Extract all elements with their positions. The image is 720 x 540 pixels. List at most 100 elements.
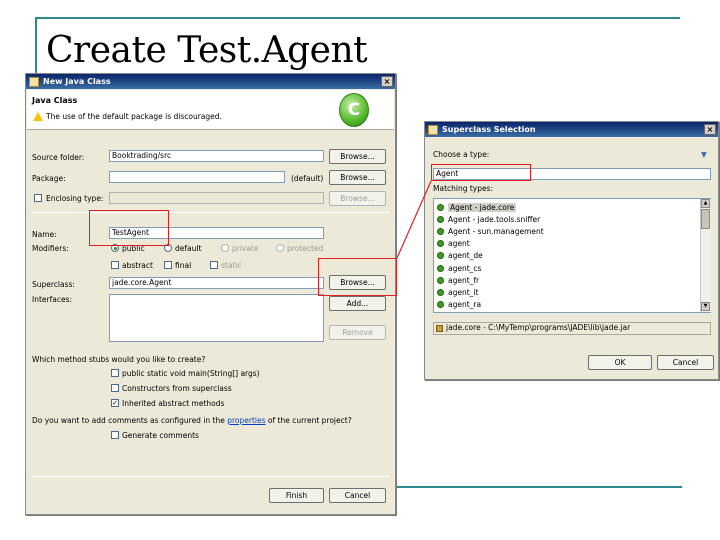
- class-icon: [437, 264, 444, 272]
- list-scrollbar[interactable]: ▲ ▼: [700, 199, 711, 312]
- type-list-item-label: Agent - jade.tools.sniffer: [448, 214, 541, 224]
- type-list-item[interactable]: agent_de: [437, 251, 483, 261]
- choose-type-label: Choose a type:: [433, 150, 490, 159]
- type-list-item[interactable]: Agent - sun.management: [437, 226, 544, 236]
- title-bar: Superclass Selection ×: [425, 122, 718, 137]
- close-button[interactable]: ×: [704, 124, 716, 135]
- default-label: default: [175, 244, 202, 253]
- comments-question: Do you want to add comments as configure…: [32, 416, 352, 425]
- cancel-button[interactable]: Cancel: [657, 355, 714, 370]
- type-list-item[interactable]: agent_cs: [437, 263, 481, 273]
- type-list-item[interactable]: Agent - jade.core: [437, 202, 517, 212]
- package-browse-button[interactable]: Browse...: [329, 170, 386, 185]
- window-icon: [428, 124, 438, 135]
- type-list-item-label: agent_fr: [448, 275, 480, 285]
- ok-button[interactable]: OK: [588, 355, 652, 370]
- class-icon: [437, 203, 444, 211]
- comments-question-text: Do you want to add comments as configure…: [32, 416, 225, 425]
- final-label: final: [175, 261, 192, 270]
- type-list-item-label: Agent - sun.management: [448, 226, 544, 236]
- scroll-down-arrow[interactable]: ▼: [701, 302, 710, 311]
- browse-highlight-box: [318, 258, 397, 296]
- constructors-label: Constructors from superclass: [122, 384, 232, 393]
- class-icon: [437, 215, 444, 223]
- package-default-hint: (default): [291, 174, 324, 183]
- modifiers-label: Modifiers:: [32, 244, 69, 253]
- protected-radio[interactable]: [276, 244, 284, 252]
- class-icon: [437, 301, 444, 309]
- type-list-item-label: agent_ra: [448, 300, 482, 310]
- source-folder-browse-button[interactable]: Browse...: [329, 149, 386, 164]
- inherited-methods-checkbox[interactable]: ✓: [111, 399, 119, 407]
- java-class-wizard-icon: C: [339, 93, 369, 127]
- abstract-label: abstract: [122, 261, 153, 270]
- footer-separator: [31, 476, 389, 477]
- class-icon: [437, 252, 444, 260]
- slide-accent-vertical-line: [35, 17, 37, 73]
- finish-button[interactable]: Finish: [269, 488, 324, 503]
- generate-comments-label: Generate comments: [122, 431, 199, 440]
- type-list-item-label: agent_it: [448, 287, 479, 297]
- class-icon: [437, 276, 444, 284]
- add-interface-button[interactable]: Add...: [329, 296, 386, 311]
- superclass-label: Superclass:: [32, 280, 75, 289]
- class-icon: [437, 288, 444, 296]
- package-label: Package:: [32, 174, 66, 183]
- interfaces-list[interactable]: [109, 294, 324, 342]
- static-checkbox[interactable]: [210, 261, 218, 269]
- method-stubs-question: Which method stubs would you like to cre…: [32, 355, 206, 364]
- properties-link[interactable]: properties: [227, 416, 265, 425]
- window-icon: [29, 76, 39, 87]
- title-bar: New Java Class ×: [26, 74, 395, 89]
- remove-interface-button[interactable]: Remove: [329, 325, 386, 340]
- search-highlight-box: [431, 164, 531, 181]
- type-list-item[interactable]: agent_it: [437, 287, 478, 297]
- type-list-item-label: agent_cs: [448, 263, 482, 273]
- type-list-item[interactable]: Agent - jade.tools.sniffer: [437, 214, 540, 224]
- static-label: static: [221, 261, 242, 270]
- slide-title: Create Test.Agent: [46, 30, 368, 71]
- slide-accent-top-line: [35, 17, 680, 19]
- enclosing-type-input[interactable]: [109, 192, 324, 204]
- class-icon: [437, 240, 444, 248]
- cancel-button[interactable]: Cancel: [329, 488, 386, 503]
- matching-types-list[interactable]: Agent - jade.core Agent - jade.tools.snif…: [433, 198, 711, 313]
- enclosing-type-label: Enclosing type:: [46, 194, 104, 203]
- private-radio[interactable]: [221, 244, 229, 252]
- source-folder-input[interactable]: Booktrading/src: [109, 150, 324, 162]
- main-method-checkbox[interactable]: [111, 369, 119, 377]
- jar-icon: [436, 324, 443, 332]
- warning-message: The use of the default package is discou…: [46, 112, 222, 121]
- slide-accent-bottom-line: [396, 486, 682, 488]
- name-label: Name:: [32, 230, 57, 239]
- scroll-thumb[interactable]: [701, 209, 710, 229]
- superclass-input[interactable]: jade.core.Agent: [109, 277, 324, 289]
- type-location-bar: jade.core - C:\MyTemp\programs\JADE\lib\…: [433, 322, 711, 335]
- type-list-item[interactable]: agent_ra: [437, 300, 481, 310]
- final-checkbox[interactable]: [164, 261, 172, 269]
- enclosing-type-checkbox[interactable]: [34, 194, 42, 202]
- constructors-checkbox[interactable]: [111, 384, 119, 392]
- type-list-item[interactable]: agent: [437, 239, 470, 249]
- type-list-item[interactable]: agent_fr: [437, 275, 479, 285]
- type-location-text: jade.core - C:\MyTemp\programs\JADE\lib\…: [446, 323, 631, 332]
- package-input[interactable]: [109, 171, 285, 183]
- inherited-methods-label: Inherited abstract methods: [122, 399, 225, 408]
- window-title: New Java Class: [43, 77, 111, 86]
- protected-label: protected: [287, 244, 324, 253]
- source-folder-label: Source folder:: [32, 153, 85, 162]
- superclass-selection-dialog: Superclass Selection × Choose a type: ▼ …: [424, 121, 719, 380]
- matching-types-label: Matching types:: [433, 184, 494, 193]
- close-button[interactable]: ×: [381, 76, 393, 87]
- type-list-item-label: Agent - jade.core: [448, 202, 517, 212]
- window-title: Superclass Selection: [442, 125, 536, 134]
- generate-comments-checkbox[interactable]: [111, 431, 119, 439]
- type-list-item-label: agent: [448, 239, 470, 249]
- class-icon: [437, 227, 444, 235]
- scroll-up-arrow[interactable]: ▲: [701, 199, 710, 208]
- menu-dropdown-icon[interactable]: ▼: [701, 150, 707, 159]
- section-separator: [31, 212, 389, 213]
- enclosing-type-browse-button[interactable]: Browse...: [329, 191, 386, 206]
- abstract-checkbox[interactable]: [111, 261, 119, 269]
- wizard-title: Java Class: [32, 96, 78, 105]
